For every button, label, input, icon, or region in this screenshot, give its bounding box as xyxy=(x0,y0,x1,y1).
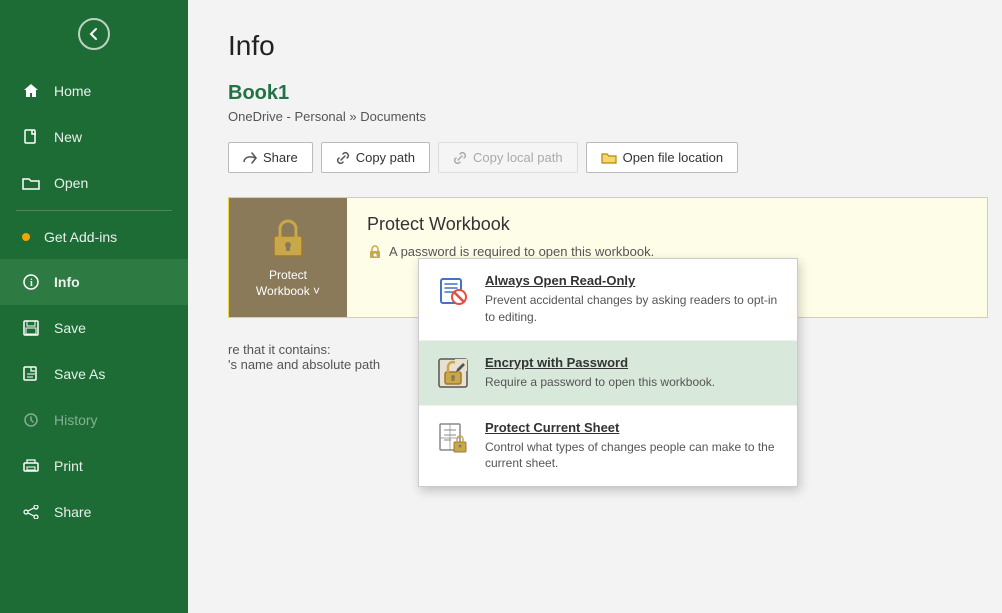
sidebar-item-save[interactable]: Save xyxy=(0,305,188,351)
sidebar-item-get-add-ins[interactable]: Get Add-ins xyxy=(0,215,188,259)
copy-path-button-label: Copy path xyxy=(356,150,415,165)
main-content: Info Book1 OneDrive - Personal » Documen… xyxy=(188,0,1002,613)
link-icon xyxy=(336,151,350,165)
svg-text:i: i xyxy=(30,278,33,289)
copy-path-button[interactable]: Copy path xyxy=(321,142,430,173)
save-icon xyxy=(22,319,40,337)
file-name: Book1 xyxy=(228,82,962,105)
print-icon xyxy=(22,457,40,475)
share-button[interactable]: Share xyxy=(228,142,313,173)
sidebar-item-label: Save As xyxy=(54,366,105,382)
sidebar-item-label: Save xyxy=(54,320,86,336)
dropdown-item-read-only-desc: Prevent accidental changes by asking rea… xyxy=(485,292,781,326)
dropdown-item-protect-sheet[interactable]: Protect Current Sheet Control what types… xyxy=(419,406,797,487)
sidebar-divider xyxy=(16,210,172,211)
file-path: OneDrive - Personal » Documents xyxy=(228,109,962,124)
share-btn-icon xyxy=(243,152,257,164)
dropdown-item-protect-sheet-title: Protect Current Sheet xyxy=(485,420,781,435)
sidebar-item-label: Open xyxy=(54,175,88,191)
dropdown-item-encrypt-text: Encrypt with Password Require a password… xyxy=(485,355,781,391)
dropdown-item-protect-sheet-desc: Control what types of changes people can… xyxy=(485,439,781,473)
open-file-location-button[interactable]: Open file location xyxy=(586,142,738,173)
back-circle-icon[interactable] xyxy=(78,18,110,50)
protect-workbook-description: A password is required to open this work… xyxy=(389,244,654,259)
protect-dropdown-menu: Always Open Read-Only Prevent accidental… xyxy=(418,258,798,487)
sidebar-item-label: Info xyxy=(54,274,80,290)
properties-text-2: 's name and absolute path xyxy=(228,357,380,372)
sidebar-item-label: New xyxy=(54,129,82,145)
history-icon xyxy=(22,411,40,429)
sidebar-item-label: Print xyxy=(54,458,83,474)
link-disabled-icon xyxy=(453,151,467,165)
protect-workbook-button[interactable]: ProtectWorkbook ˅ xyxy=(229,198,347,317)
dropdown-item-read-only[interactable]: Always Open Read-Only Prevent accidental… xyxy=(419,259,797,341)
copy-local-path-button: Copy local path xyxy=(438,142,578,173)
dropdown-item-read-only-text: Always Open Read-Only Prevent accidental… xyxy=(485,273,781,326)
sidebar-item-print[interactable]: Print xyxy=(0,443,188,489)
new-icon xyxy=(22,128,40,146)
dropdown-item-encrypt-title: Encrypt with Password xyxy=(485,355,781,370)
share-icon xyxy=(22,503,40,521)
save-as-icon xyxy=(22,365,40,383)
sidebar-item-save-as[interactable]: Save As xyxy=(0,351,188,397)
dropdown-item-read-only-title: Always Open Read-Only xyxy=(485,273,781,288)
sidebar-item-label: Share xyxy=(54,504,91,520)
back-button[interactable] xyxy=(0,0,188,68)
protect-workbook-title: Protect Workbook xyxy=(367,214,967,235)
sidebar: Home New Open Get Add-ins i xyxy=(0,0,188,613)
sidebar-item-new[interactable]: New xyxy=(0,114,188,160)
page-title: Info xyxy=(228,30,962,62)
dot-icon xyxy=(22,233,30,241)
lock-icon xyxy=(266,216,310,260)
sidebar-item-label: Home xyxy=(54,83,91,99)
properties-text-1: re that it contains: xyxy=(228,342,331,357)
protect-workbook-desc: A password is required to open this work… xyxy=(367,243,967,259)
share-button-label: Share xyxy=(263,150,298,165)
read-only-icon xyxy=(435,273,471,309)
protect-workbook-label: ProtectWorkbook ˅ xyxy=(256,268,320,299)
info-icon: i xyxy=(22,273,40,291)
copy-local-path-button-label: Copy local path xyxy=(473,150,563,165)
sidebar-item-share[interactable]: Share xyxy=(0,489,188,535)
sidebar-item-history: History xyxy=(0,397,188,443)
sidebar-item-label: History xyxy=(54,412,98,428)
sidebar-item-info[interactable]: i Info xyxy=(0,259,188,305)
dropdown-item-protect-sheet-text: Protect Current Sheet Control what types… xyxy=(485,420,781,473)
protect-sheet-icon xyxy=(435,420,471,456)
encrypt-password-icon xyxy=(435,355,471,391)
dropdown-item-encrypt-desc: Require a password to open this workbook… xyxy=(485,374,781,391)
lock-small-icon xyxy=(367,243,383,259)
folder-icon xyxy=(601,151,617,164)
open-icon xyxy=(22,174,40,192)
open-file-location-button-label: Open file location xyxy=(623,150,723,165)
sidebar-item-home[interactable]: Home xyxy=(0,68,188,114)
sidebar-item-open[interactable]: Open xyxy=(0,160,188,206)
dropdown-item-encrypt-password[interactable]: Encrypt with Password Require a password… xyxy=(419,341,797,406)
action-buttons: Share Copy path Copy local path Open fil… xyxy=(228,142,962,173)
home-icon xyxy=(22,82,40,100)
sidebar-item-label: Get Add-ins xyxy=(44,229,117,245)
